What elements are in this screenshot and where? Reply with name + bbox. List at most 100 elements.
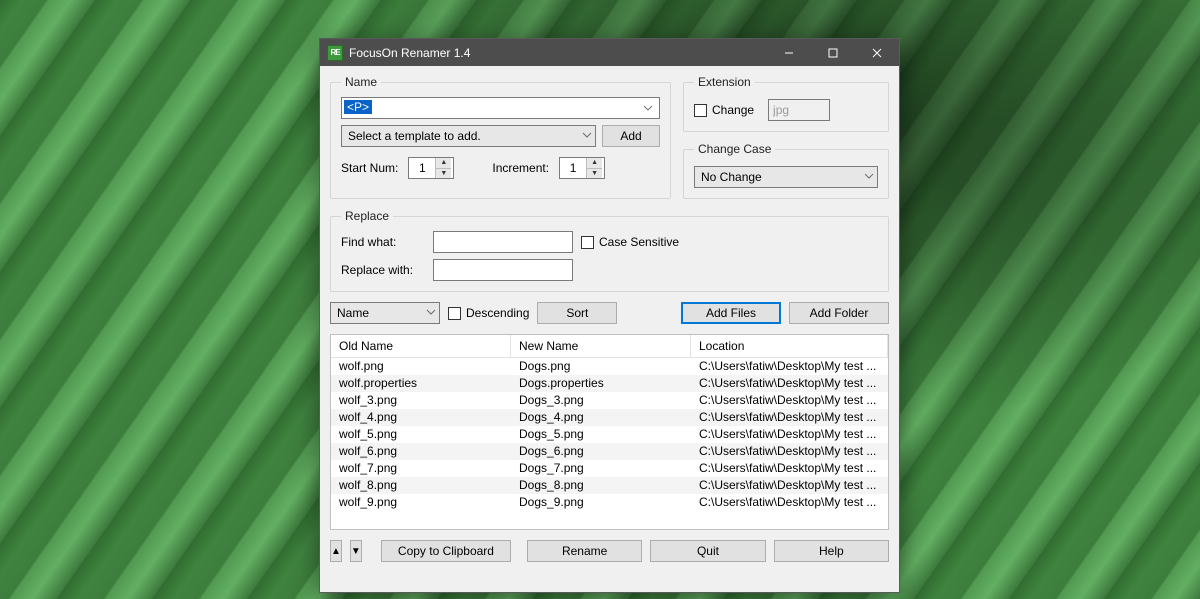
cell-old-name: wolf.properties [331,375,511,392]
file-table-header[interactable]: Old Name New Name Location [331,335,888,358]
sort-button[interactable]: Sort [537,302,617,324]
checkbox-box-icon [448,307,461,320]
name-group: Name <P> Select a template to add. Add [330,75,671,199]
help-button[interactable]: Help [774,540,889,562]
cell-old-name: wolf_4.png [331,409,511,426]
descending-label: Descending [466,306,529,320]
changecase-group: Change Case No Change [683,142,889,199]
cell-location: C:\Users\fatiw\Desktop\My test ... [691,392,888,409]
cell-new-name: Dogs_9.png [511,494,691,511]
col-new-name[interactable]: New Name [511,335,691,358]
increment-up[interactable]: ▲ [587,158,602,169]
increment-label: Increment: [492,161,549,175]
rename-button[interactable]: Rename [527,540,642,562]
chevron-down-icon[interactable] [426,306,436,320]
changecase-combo[interactable]: No Change [694,166,878,188]
replace-with-label: Replace with: [341,263,425,277]
ext-change-label: Change [712,103,754,117]
table-row[interactable]: wolf_8.pngDogs_8.pngC:\Users\fatiw\Deskt… [331,477,888,494]
table-row[interactable]: wolf_9.pngDogs_9.pngC:\Users\fatiw\Deskt… [331,494,888,511]
cell-new-name: Dogs_4.png [511,409,691,426]
move-up-button[interactable]: ▲ [330,540,342,562]
ext-change-checkbox[interactable]: Change [694,103,754,117]
start-num-up[interactable]: ▲ [436,158,451,169]
checkbox-box-icon [581,236,594,249]
table-row[interactable]: wolf_6.pngDogs_6.pngC:\Users\fatiw\Deskt… [331,443,888,460]
cell-location: C:\Users\fatiw\Desktop\My test ... [691,477,888,494]
start-num-input[interactable] [409,158,435,178]
ext-value-input[interactable] [768,99,830,121]
template-add-button[interactable]: Add [602,125,660,147]
file-table[interactable]: Old Name New Name Location wolf.pngDogs.… [330,334,889,530]
cell-location: C:\Users\fatiw\Desktop\My test ... [691,460,888,477]
cell-location: C:\Users\fatiw\Desktop\My test ... [691,409,888,426]
chevron-down-icon[interactable] [639,98,657,118]
window-maximize-button[interactable] [811,39,855,66]
cell-location: C:\Users\fatiw\Desktop\My test ... [691,426,888,443]
start-num-down[interactable]: ▼ [436,169,451,179]
chevron-down-icon[interactable] [582,129,592,143]
increment-down[interactable]: ▼ [587,169,602,179]
add-files-button[interactable]: Add Files [681,302,781,324]
changecase-selected: No Change [701,170,762,184]
find-what-input[interactable] [433,231,573,253]
cell-old-name: wolf_7.png [331,460,511,477]
cell-new-name: Dogs_3.png [511,392,691,409]
add-folder-button[interactable]: Add Folder [789,302,889,324]
cell-old-name: wolf_3.png [331,392,511,409]
cell-new-name: Dogs_5.png [511,426,691,443]
start-num-stepper[interactable]: ▲ ▼ [408,157,454,179]
quit-button[interactable]: Quit [650,540,765,562]
table-row[interactable]: wolf_4.pngDogs_4.pngC:\Users\fatiw\Deskt… [331,409,888,426]
cell-location: C:\Users\fatiw\Desktop\My test ... [691,375,888,392]
case-sensitive-checkbox[interactable]: Case Sensitive [581,235,878,249]
window-minimize-button[interactable] [767,39,811,66]
extension-group: Extension Change [683,75,889,132]
move-down-button[interactable]: ▼ [350,540,362,562]
replace-with-input[interactable] [433,259,573,281]
checkbox-box-icon [694,104,707,117]
window-close-button[interactable] [855,39,899,66]
table-row[interactable]: wolf_3.pngDogs_3.pngC:\Users\fatiw\Deskt… [331,392,888,409]
copy-to-clipboard-button[interactable]: Copy to Clipboard [381,540,511,562]
cell-old-name: wolf_5.png [331,426,511,443]
cell-old-name: wolf_8.png [331,477,511,494]
app-window: RE FocusOn Renamer 1.4 Name <P> [319,38,900,593]
col-location[interactable]: Location [691,335,888,358]
template-combo[interactable]: Select a template to add. [341,125,596,147]
cell-old-name: wolf.png [331,358,511,375]
increment-stepper[interactable]: ▲ ▼ [559,157,605,179]
cell-old-name: wolf_9.png [331,494,511,511]
col-old-name[interactable]: Old Name [331,335,511,358]
file-table-rows: wolf.pngDogs.pngC:\Users\fatiw\Desktop\M… [331,358,888,529]
name-pattern-combo[interactable]: <P> [341,97,660,119]
replace-group: Replace Find what: Case Sensitive Replac… [330,209,889,292]
cell-old-name: wolf_6.png [331,443,511,460]
cell-location: C:\Users\fatiw\Desktop\My test ... [691,494,888,511]
name-legend: Name [341,75,381,89]
window-title: FocusOn Renamer 1.4 [349,46,470,60]
app-icon: RE [327,45,343,61]
replace-legend: Replace [341,209,393,223]
titlebar[interactable]: RE FocusOn Renamer 1.4 [320,39,899,66]
cell-location: C:\Users\fatiw\Desktop\My test ... [691,358,888,375]
table-row[interactable]: wolf_7.pngDogs_7.pngC:\Users\fatiw\Deskt… [331,460,888,477]
name-pattern-value: <P> [344,100,372,114]
increment-input[interactable] [560,158,586,178]
cell-new-name: Dogs.properties [511,375,691,392]
find-what-label: Find what: [341,235,425,249]
cell-new-name: Dogs_8.png [511,477,691,494]
cell-new-name: Dogs.png [511,358,691,375]
template-placeholder: Select a template to add. [348,129,481,143]
table-row[interactable]: wolf_5.pngDogs_5.pngC:\Users\fatiw\Deskt… [331,426,888,443]
cell-location: C:\Users\fatiw\Desktop\My test ... [691,443,888,460]
descending-checkbox[interactable]: Descending [448,306,529,320]
cell-new-name: Dogs_7.png [511,460,691,477]
table-row[interactable]: wolf.propertiesDogs.propertiesC:\Users\f… [331,375,888,392]
sortby-combo[interactable]: Name [330,302,440,324]
extension-legend: Extension [694,75,755,89]
chevron-down-icon[interactable] [864,170,874,184]
table-row[interactable]: wolf.pngDogs.pngC:\Users\fatiw\Desktop\M… [331,358,888,375]
case-sensitive-label: Case Sensitive [599,235,679,249]
cell-new-name: Dogs_6.png [511,443,691,460]
